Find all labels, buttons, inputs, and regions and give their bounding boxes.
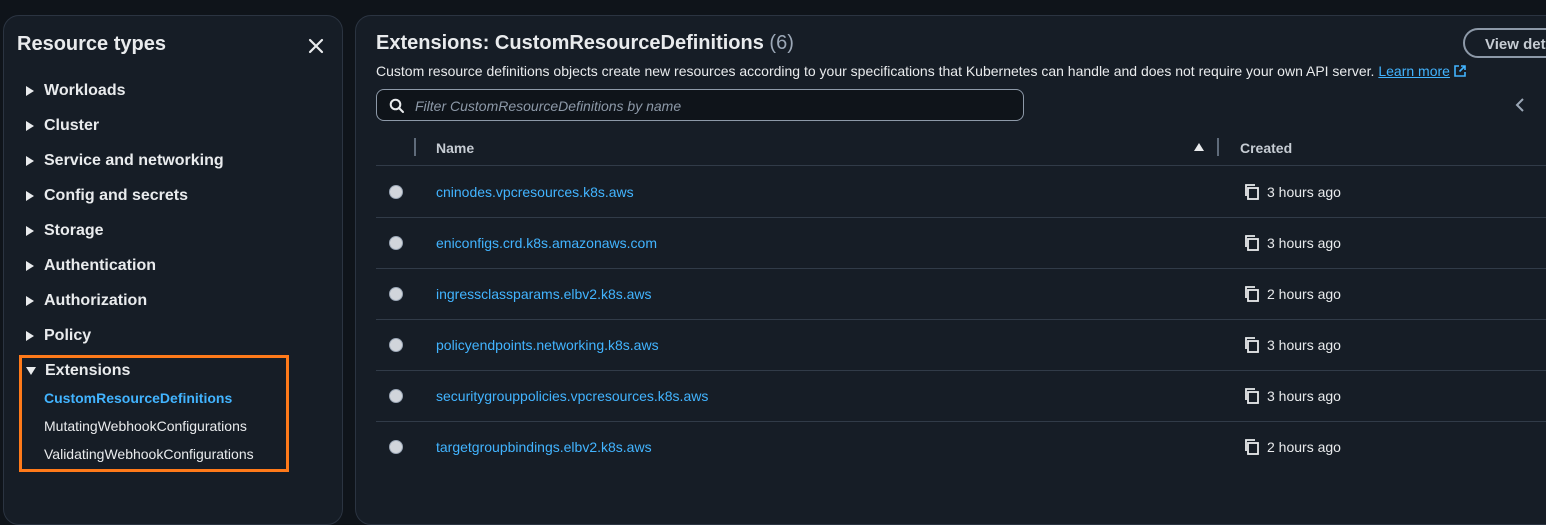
resource-count: (6) — [769, 32, 794, 54]
copy-icon[interactable] — [1244, 234, 1260, 252]
nav-item-label: Config and secrets — [44, 187, 189, 204]
nav-item-policy[interactable]: Policy — [26, 325, 91, 347]
copy-icon[interactable] — [1244, 438, 1260, 456]
nav-item-label: Workloads — [44, 82, 126, 99]
column-header-name[interactable]: Name — [436, 140, 474, 156]
nav-item-cluster[interactable]: Cluster — [26, 115, 99, 137]
view-details-button[interactable]: View deta — [1463, 28, 1546, 58]
resource-link[interactable]: policyendpoints.networking.k8s.aws — [436, 337, 659, 353]
caret-right-icon — [26, 156, 34, 166]
caret-right-icon — [26, 331, 34, 341]
resource-link[interactable]: ingressclassparams.elbv2.k8s.aws — [436, 286, 652, 302]
copy-icon[interactable] — [1244, 336, 1260, 354]
nav-item-label: Policy — [44, 327, 92, 344]
search-field[interactable] — [376, 89, 1024, 121]
nav-item-authorization[interactable]: Authorization — [26, 290, 147, 312]
nav-item-label: Authorization — [44, 292, 148, 309]
copy-icon[interactable] — [1244, 183, 1260, 201]
column-header-created[interactable]: Created — [1240, 140, 1292, 156]
nav-item-workloads[interactable]: Workloads — [26, 80, 126, 102]
row-divider — [376, 370, 1546, 371]
created-time: 3 hours ago — [1267, 235, 1341, 251]
learn-more-label[interactable]: Learn more — [1378, 63, 1450, 79]
column-divider[interactable] — [1217, 138, 1219, 156]
caret-right-icon — [26, 121, 34, 131]
row-divider — [376, 268, 1546, 269]
page-title-text: Extensions: CustomResourceDefinitions — [376, 32, 764, 54]
caret-right-icon — [26, 261, 34, 271]
column-divider[interactable] — [414, 138, 416, 156]
main-content-panel: Extensions: CustomResourceDefinitions (6… — [355, 15, 1546, 525]
row-radio[interactable] — [389, 287, 403, 301]
close-icon[interactable] — [304, 34, 328, 58]
nav-item-storage[interactable]: Storage — [26, 220, 104, 242]
caret-right-icon — [26, 86, 34, 96]
nav-item-label: Storage — [44, 222, 104, 239]
external-link-icon — [1454, 65, 1466, 77]
resource-link[interactable]: eniconfigs.crd.k8s.amazonaws.com — [436, 235, 657, 251]
resource-link[interactable]: securitygrouppolicies.vpcresources.k8s.a… — [436, 388, 708, 404]
description-text: Custom resource definitions objects crea… — [376, 63, 1375, 79]
resource-link[interactable]: cninodes.vpcresources.k8s.aws — [436, 184, 634, 200]
highlight-box — [19, 355, 289, 472]
sort-ascending-icon[interactable] — [1194, 143, 1204, 151]
resource-link[interactable]: targetgroupbindings.elbv2.k8s.aws — [436, 439, 652, 455]
search-icon — [389, 98, 404, 113]
nav-item-service-and-networking[interactable]: Service and networking — [26, 150, 224, 172]
row-radio[interactable] — [389, 236, 403, 250]
row-divider — [376, 319, 1546, 320]
row-radio[interactable] — [389, 440, 403, 454]
resource-types-panel: Resource types Workloads Cluster Service… — [3, 15, 343, 525]
nav-item-label: Cluster — [44, 117, 100, 134]
caret-right-icon — [26, 226, 34, 236]
copy-icon[interactable] — [1244, 387, 1260, 405]
created-time: 3 hours ago — [1267, 388, 1341, 404]
nav-item-label: Service and networking — [44, 152, 224, 169]
learn-more-link[interactable]: Learn more — [1378, 63, 1467, 79]
description: Custom resource definitions objects crea… — [376, 63, 1467, 79]
copy-icon[interactable] — [1244, 285, 1260, 303]
panel-title: Resource types — [17, 33, 166, 55]
caret-right-icon — [26, 191, 34, 201]
search-input[interactable] — [413, 94, 1007, 118]
nav-item-config-and-secrets[interactable]: Config and secrets — [26, 185, 188, 207]
caret-right-icon — [26, 296, 34, 306]
created-time: 2 hours ago — [1267, 439, 1341, 455]
row-divider — [376, 217, 1546, 218]
created-time: 2 hours ago — [1267, 286, 1341, 302]
row-radio[interactable] — [389, 338, 403, 352]
created-time: 3 hours ago — [1267, 184, 1341, 200]
created-time: 3 hours ago — [1267, 337, 1341, 353]
row-radio[interactable] — [389, 185, 403, 199]
chevron-left-icon[interactable] — [1514, 98, 1526, 112]
row-divider — [376, 421, 1546, 422]
row-radio[interactable] — [389, 389, 403, 403]
header-divider — [376, 165, 1546, 166]
page-title: Extensions: CustomResourceDefinitions (6… — [376, 32, 794, 55]
nav-item-authentication[interactable]: Authentication — [26, 255, 156, 277]
nav-item-label: Authentication — [44, 257, 156, 274]
